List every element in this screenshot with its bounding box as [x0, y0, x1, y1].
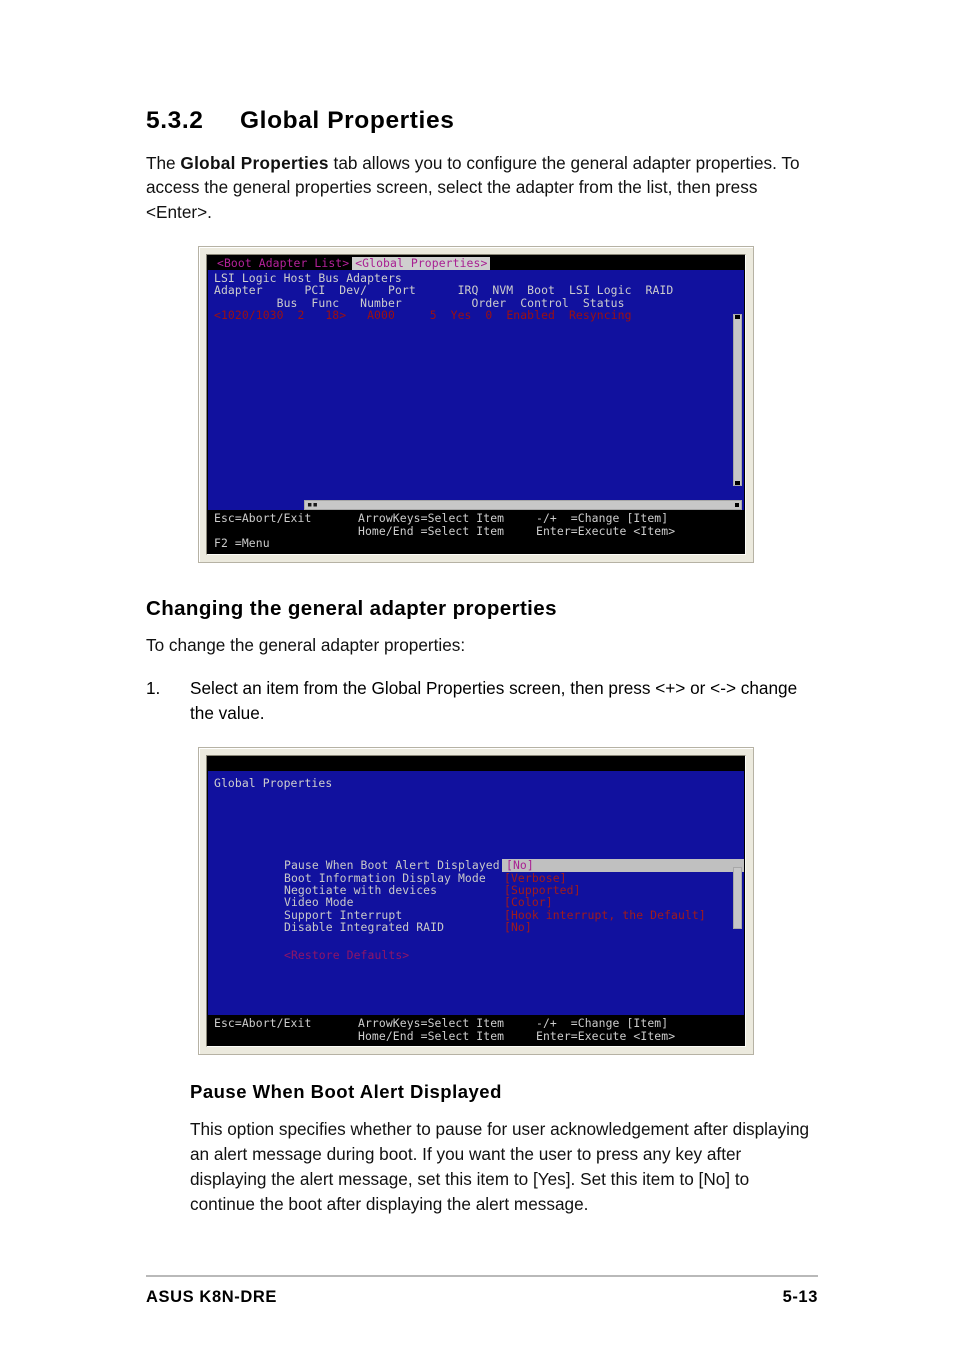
tab-boot-adapter-list[interactable]: <Boot Adapter List>: [214, 256, 352, 270]
bios-screen-1: <Boot Adapter List> <Global Properties> …: [208, 256, 744, 553]
bios-screen-2: Global Properties Pause When Boot Alert …: [208, 757, 744, 1046]
scrollbar-right-mark: [735, 503, 739, 508]
cell-adapter: <1020/1030: [214, 307, 284, 322]
scrollbar-up-mark-2: [735, 868, 740, 873]
footer-product-name: ASUS K8N-DRE: [146, 1288, 277, 1306]
key-homeend-2: Home/End =Select Item: [358, 1028, 505, 1043]
section-heading: 5.3.2 Global Properties: [146, 107, 818, 135]
key-enter-2: Enter=Execute <Item>: [536, 1028, 676, 1043]
option-name-heading: Pause When Boot Alert Displayed: [190, 1081, 502, 1103]
cell-nvm: Yes: [450, 307, 472, 322]
setting-value[interactable]: [No]: [502, 921, 744, 934]
bios-frame-bevel-2: Global Properties Pause When Boot Alert …: [206, 755, 746, 1048]
key-blank-2: [358, 537, 536, 550]
setting-value[interactable]: [Color]: [502, 896, 744, 909]
setting-label: Disable Integrated RAID: [284, 920, 445, 935]
key-legend-2-line-1: Esc=Abort/Exit ArrowKeys=Select Item -/+…: [214, 1017, 744, 1030]
lead-changing-properties: To change the general adapter properties…: [146, 634, 466, 655]
key-change-2: -/+ =Change [Item]: [536, 1016, 669, 1031]
page-number: 5-13: [782, 1288, 818, 1306]
horizontal-scrollbar[interactable]: ▪▪: [304, 500, 742, 511]
footer-divider: [146, 1275, 818, 1277]
key-legend-line-2: Home/End =Select Item Enter=Execute <Ite…: [214, 525, 744, 538]
key-legend-2-line-2: Home/End =Select Item Enter=Execute <Ite…: [214, 1030, 744, 1043]
scrollbar-down-mark: [735, 481, 740, 486]
key-blank-3: [536, 537, 744, 550]
global-properties-title: Global Properties: [214, 776, 333, 791]
setting-label: Video Mode: [284, 895, 354, 910]
setting-label: Pause When Boot Alert Displayed: [284, 858, 500, 873]
intro-bold: Global Properties: [180, 152, 329, 173]
col-raid: RAID: [645, 283, 674, 298]
cell-lsi-control: Enabled: [506, 307, 556, 322]
step-1: 1. Select an item from the Global Proper…: [146, 676, 818, 725]
key-enter: Enter=Execute <Item>: [536, 523, 676, 538]
scrollbar-marks: ▪▪: [307, 500, 319, 511]
bios-screenshot-boot-adapter-list: <Boot Adapter List> <Global Properties> …: [198, 246, 754, 563]
key-f2-menu: F2 =Menu: [214, 536, 270, 551]
bios-screenshot-global-properties: Global Properties Pause When Boot Alert …: [198, 747, 754, 1056]
document-page: 5.3.2 Global Properties The Global Prope…: [0, 0, 954, 1351]
settings-list: Pause When Boot Alert Displayed [No] Boo…: [284, 858, 744, 935]
section-intro-paragraph: The Global Properties tab allows you to …: [146, 151, 818, 224]
key-arrowkeys: ArrowKeys=Select Item: [358, 511, 505, 526]
cell-raid-status: Resyncing: [568, 307, 632, 322]
setting-row-pause-when-boot-alert[interactable]: Pause When Boot Alert Displayed [No]: [284, 858, 744, 873]
setting-row-disable-integrated-raid[interactable]: Disable Integrated RAID [No]: [284, 920, 744, 935]
bios-screen-1-body: LSI Logic Host Bus Adapters Adapter PCI …: [208, 270, 744, 511]
bios-top-strip-2: [208, 757, 744, 772]
subheading-changing-properties: Changing the general adapter properties: [146, 596, 557, 620]
setting-value[interactable]: [No]: [502, 859, 744, 872]
cell-port-number: A000: [367, 307, 395, 322]
restore-defaults-button[interactable]: <Restore Defaults>: [284, 949, 409, 961]
key-esc: Esc=Abort/Exit: [214, 511, 312, 526]
key-homeend: Home/End =Select Item: [358, 523, 505, 538]
intro-pre: The: [146, 152, 181, 173]
step-1-marker: 1.: [146, 678, 161, 699]
bios-key-legend-1: Esc=Abort/Exit ArrowKeys=Select Item -/+…: [208, 510, 744, 553]
cell-dev-func: 18>: [325, 307, 347, 322]
bios-tab-bar: <Boot Adapter List> <Global Properties>: [208, 256, 744, 271]
table-row[interactable]: <1020/1030 2 18> A000 5 Yes 0 Enabled Re…: [214, 309, 744, 321]
cell-irq: 5: [429, 307, 437, 322]
vertical-scrollbar[interactable]: [733, 314, 742, 487]
section-number: 5.3.2: [146, 107, 204, 134]
option-documentation: Pause When Boot Alert Displayed This opt…: [190, 1081, 818, 1217]
page-footer: ASUS K8N-DRE 5-13: [146, 1275, 818, 1307]
tab-global-properties[interactable]: <Global Properties>: [352, 256, 491, 270]
option-description: This option specifies whether to pause f…: [190, 1119, 810, 1215]
bios-screen-2-body: Global Properties Pause When Boot Alert …: [208, 771, 744, 1016]
bios-key-legend-2: Esc=Abort/Exit ArrowKeys=Select Item -/+…: [208, 1015, 744, 1046]
footer-line: ASUS K8N-DRE 5-13: [146, 1288, 818, 1307]
key-legend-line-3: F2 =Menu: [214, 537, 744, 550]
setting-value[interactable]: [Hook interrupt, the Default]: [502, 908, 744, 921]
key-blank-2-1: [214, 1030, 358, 1043]
key-arrowkeys-2: ArrowKeys=Select Item: [358, 1016, 505, 1031]
bios-frame-bevel: <Boot Adapter List> <Global Properties> …: [206, 254, 746, 555]
step-1-text: Select an item from the Global Propertie…: [190, 678, 798, 723]
setting-row-video-mode[interactable]: Video Mode [Color]: [284, 895, 744, 910]
scrollbar-up-mark: [735, 315, 740, 320]
vertical-scrollbar-2[interactable]: [733, 867, 742, 930]
key-esc-2: Esc=Abort/Exit: [214, 1016, 312, 1031]
page-content: 5.3.2 Global Properties The Global Prope…: [146, 107, 818, 1223]
key-change: -/+ =Change [Item]: [536, 511, 669, 526]
section-title-text: Global Properties: [240, 107, 455, 134]
key-legend-line-1: Esc=Abort/Exit ArrowKeys=Select Item -/+…: [214, 512, 744, 525]
